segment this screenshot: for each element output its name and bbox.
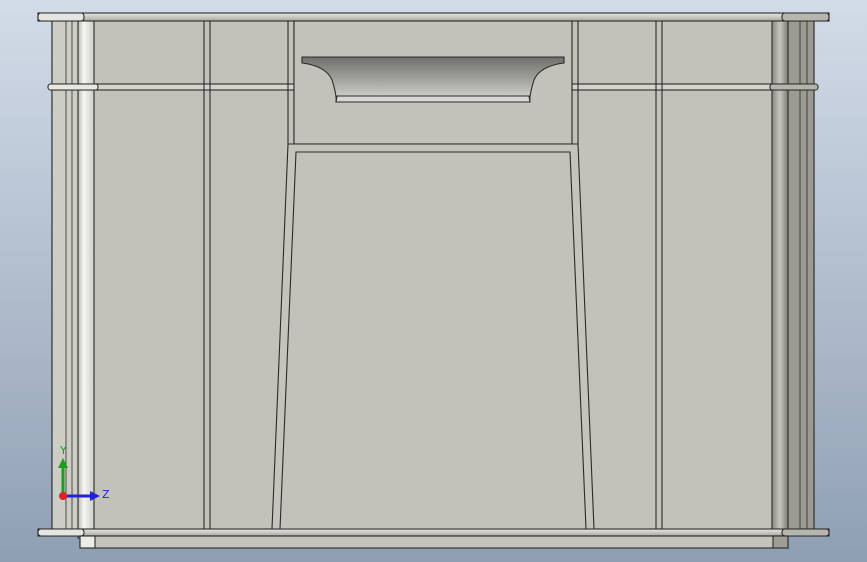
graphics-viewport[interactable]: Y Z <box>0 0 867 562</box>
bottom-rim <box>37 528 830 537</box>
z-axis-label: Z <box>102 488 110 501</box>
x-axis-dot <box>59 492 67 500</box>
top-rim <box>37 12 830 22</box>
base-foot <box>79 535 789 549</box>
right-corner-post <box>771 19 789 539</box>
crate-model[interactable] <box>37 12 830 549</box>
handle-cutout[interactable] <box>301 56 565 103</box>
left-corner-post <box>77 19 95 539</box>
y-axis-label: Y <box>59 444 67 457</box>
